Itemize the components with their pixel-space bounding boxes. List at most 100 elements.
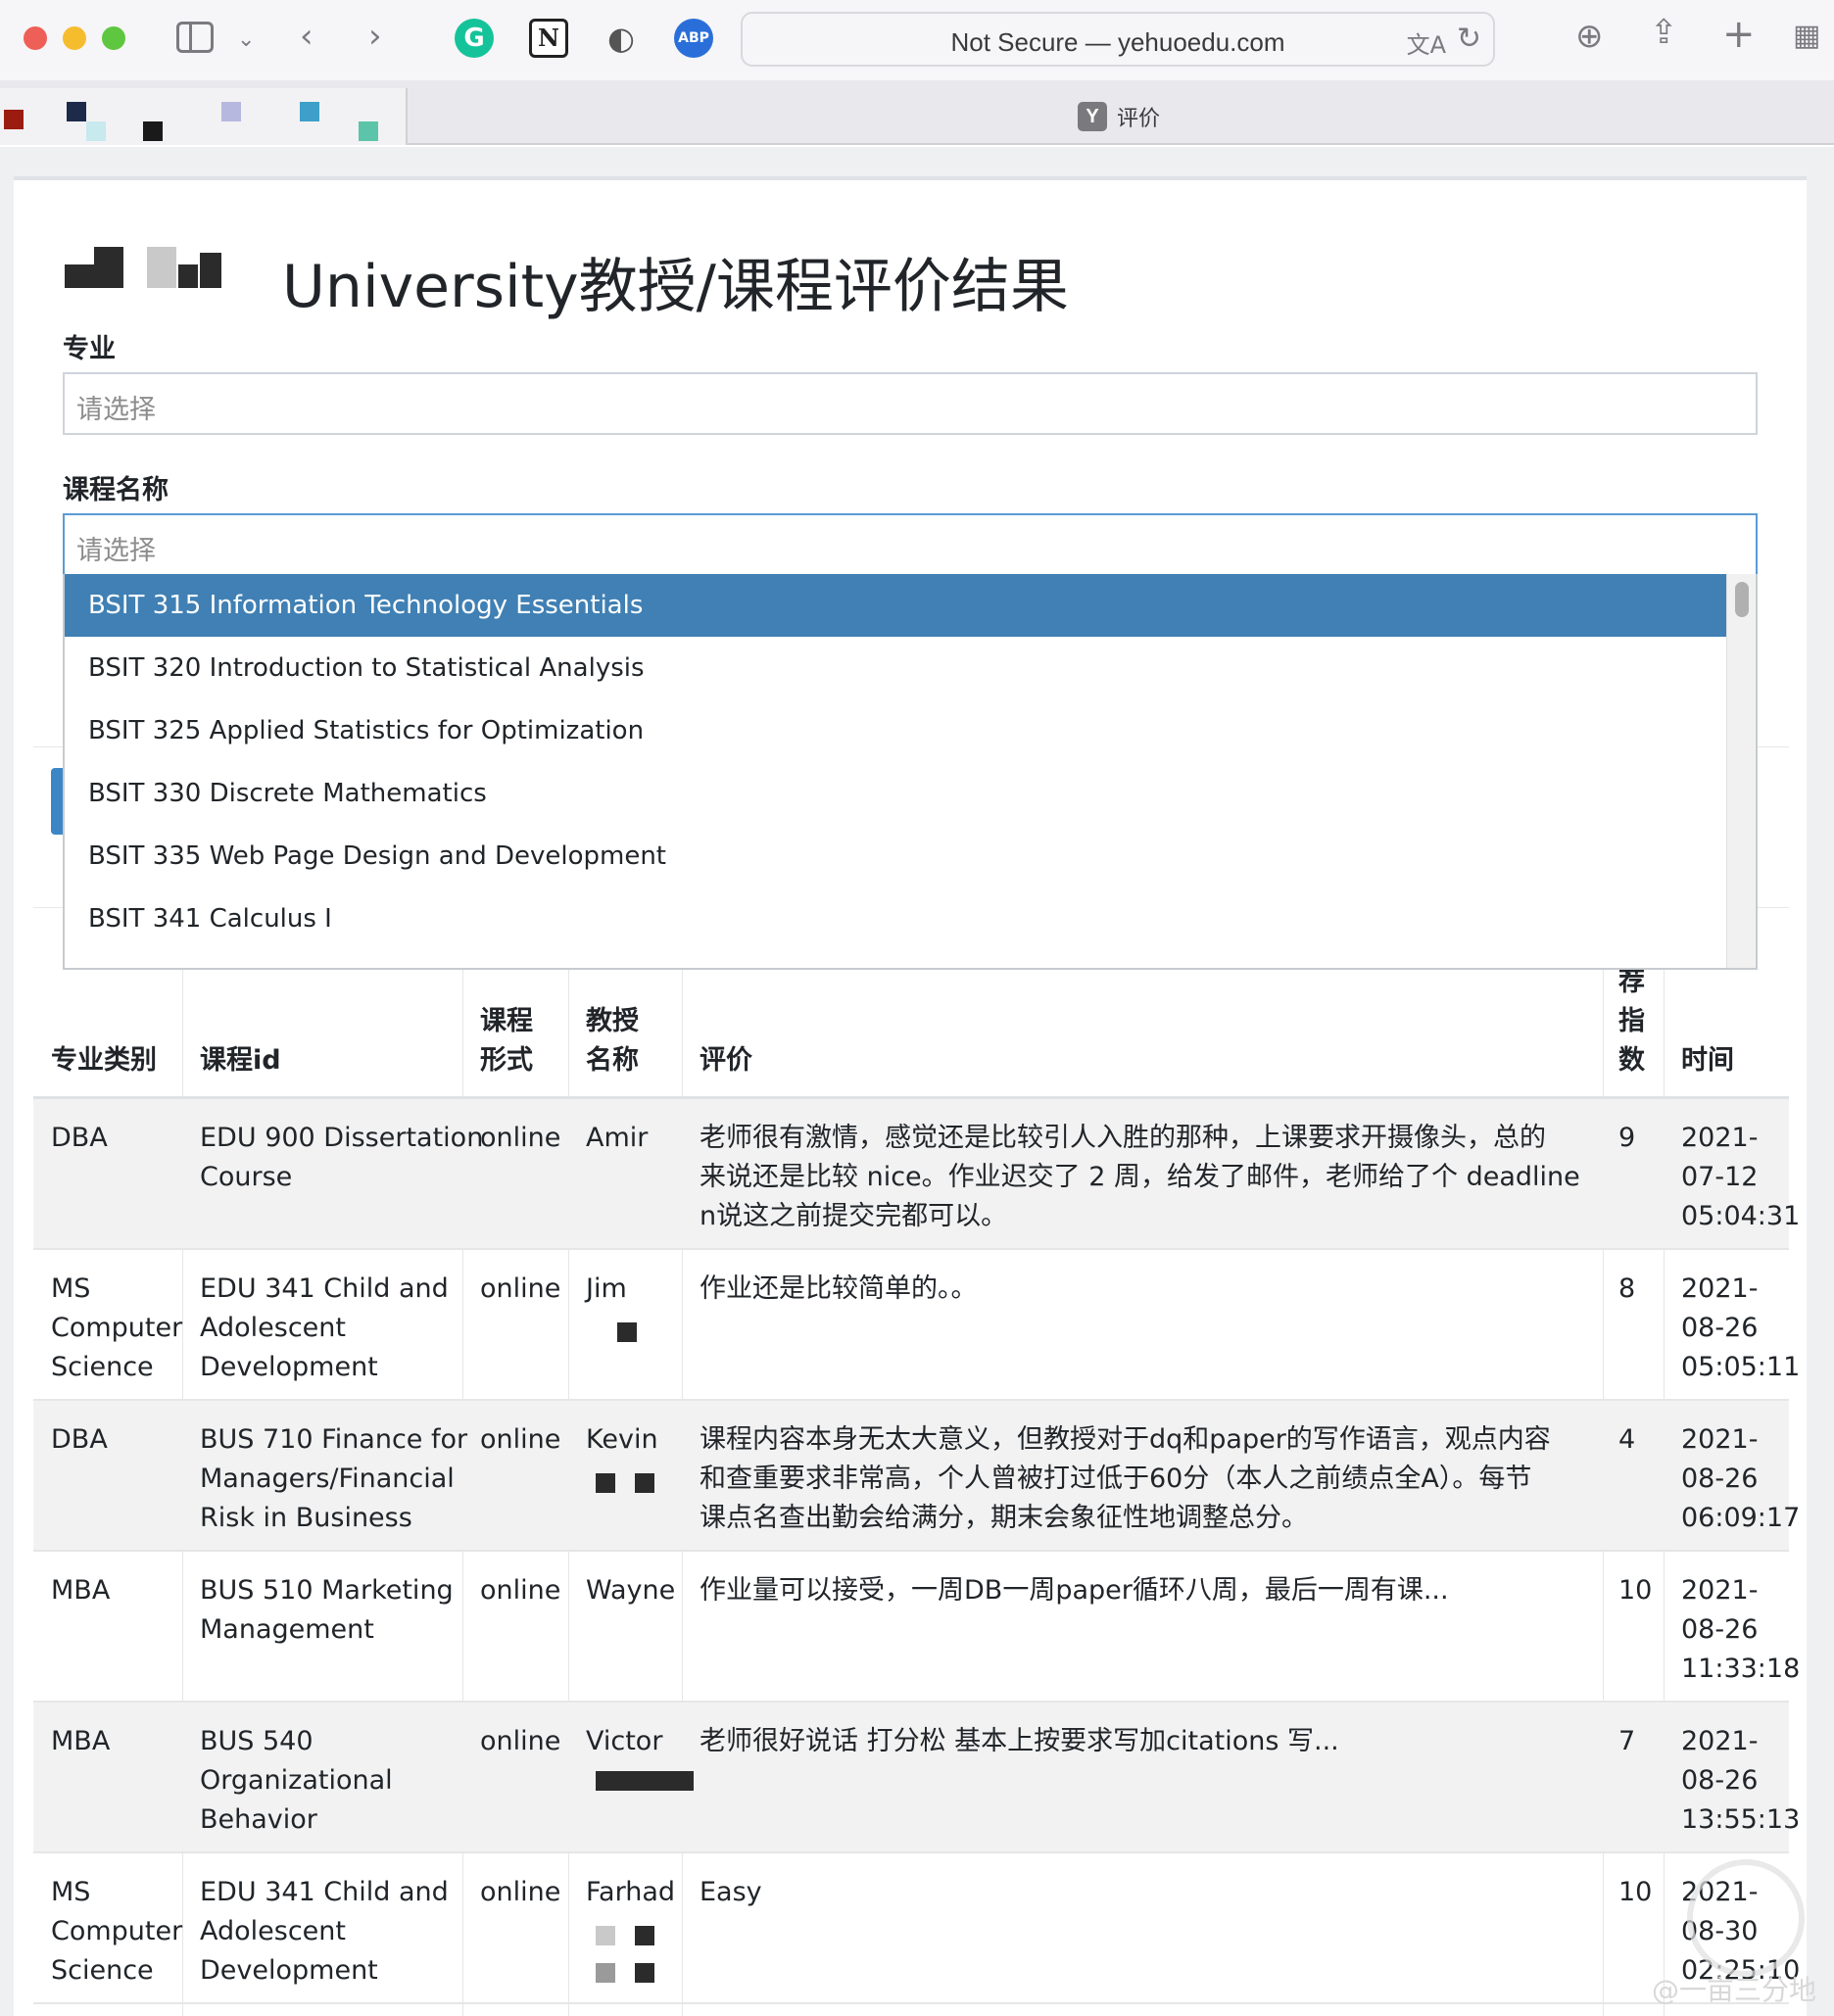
sidebar-toggle-icon[interactable] bbox=[176, 22, 214, 53]
major-label: 专业 bbox=[63, 334, 116, 364]
table-row: MBA BUS 510 Marketing Management online W… bbox=[33, 1552, 1800, 1703]
dropdown-scrollbar[interactable] bbox=[1726, 574, 1756, 968]
course-select-placeholder: 请选择 bbox=[76, 536, 156, 566]
minimize-window-button[interactable] bbox=[63, 26, 86, 50]
close-window-button[interactable] bbox=[24, 26, 47, 50]
table-row: MS Computer Science EDU 341 Child and Adole… bbox=[33, 1250, 1800, 1401]
back-arrow-icon[interactable]: ‹ bbox=[300, 20, 314, 53]
cell-professor: Farhad bbox=[586, 1877, 676, 1907]
cell-professor: Kevin bbox=[586, 1424, 658, 1455]
adblock-extension-icon[interactable]: ABP bbox=[674, 19, 713, 58]
download-icon[interactable]: ⊕ bbox=[1575, 20, 1604, 53]
blurred-name bbox=[596, 1926, 615, 1945]
major-select[interactable]: 请选择 bbox=[63, 372, 1758, 435]
course-label: 课程名称 bbox=[63, 475, 169, 505]
review-table: 专业类别 课程id 课程 形式 教授 名称 评价 荐 指 数 时间 DBA ED… bbox=[33, 967, 1800, 2004]
cell-course: EDU 900 Dissertation Course bbox=[200, 1123, 484, 1192]
dropdown-option[interactable]: BSIT 325 Applied Statistics for Optimiza… bbox=[65, 699, 1728, 762]
cell-major: MS Computer Science bbox=[51, 1273, 183, 1382]
active-tab[interactable]: Y 评价 bbox=[1078, 100, 1160, 133]
cell-score: 4 bbox=[1618, 1424, 1636, 1455]
header-review: 评价 bbox=[700, 1045, 752, 1076]
header-format: 课程 bbox=[480, 1006, 533, 1036]
header-major: 专业类别 bbox=[51, 1045, 157, 1076]
dropdown-option[interactable]: BSIT 320 Introduction to Statistical Ana… bbox=[65, 637, 1728, 699]
reload-icon[interactable]: ↻ bbox=[1457, 22, 1481, 56]
cell-score: 7 bbox=[1618, 1726, 1636, 1756]
cell-major: MBA bbox=[51, 1726, 111, 1756]
zoom-window-button[interactable] bbox=[102, 26, 125, 50]
header-professor: 名称 bbox=[586, 1045, 639, 1076]
watermark-logo-icon bbox=[1687, 1859, 1805, 1977]
dropdown-option[interactable]: BSIT 315 Information Technology Essentia… bbox=[65, 574, 1728, 637]
cell-professor: Wayne bbox=[586, 1575, 676, 1606]
cell-major: DBA bbox=[51, 1424, 108, 1455]
cell-time: 2021- 08-26 13:55:13 bbox=[1681, 1726, 1801, 1835]
blurred-name bbox=[596, 1963, 615, 1983]
cell-course: EDU 341 Child and Adolescent Development bbox=[200, 1273, 449, 1382]
cell-professor: Victor bbox=[586, 1726, 663, 1756]
cell-format: online bbox=[480, 1424, 561, 1455]
share-icon[interactable]: ⇪ bbox=[1650, 16, 1678, 49]
shield-extension-icon[interactable]: ◐ bbox=[602, 19, 641, 58]
notion-extension-icon[interactable]: N bbox=[529, 19, 568, 58]
cell-review: 课程内容本身无太大意义，但教授对于dq和paper的写作语言，观点内容 和查重要求… bbox=[700, 1424, 1551, 1533]
search-button[interactable] bbox=[51, 768, 63, 835]
cell-major: MS Computer Science bbox=[51, 1877, 183, 1986]
cell-course: BUS 510 Marketing Management bbox=[200, 1575, 454, 1645]
tab-title: 评价 bbox=[1117, 107, 1161, 131]
grammarly-extension-icon[interactable]: G bbox=[455, 19, 494, 58]
blurred-name bbox=[617, 1322, 637, 1342]
dropdown-option[interactable]: BSIT 335 Web Page Design and Development bbox=[65, 825, 1728, 888]
new-tab-icon[interactable]: + bbox=[1722, 15, 1756, 54]
dropdown-option[interactable]: BSIT 330 Discrete Mathematics bbox=[65, 762, 1728, 825]
address-bar[interactable]: Not Secure — yehuoedu.com 文A ↻ bbox=[741, 12, 1495, 67]
table-row: DBA BUS 710 Finance for Managers/Financia… bbox=[33, 1401, 1800, 1552]
blurred-logo bbox=[65, 235, 231, 298]
table-row: MBA BUS 540 Organizational Behavior online… bbox=[33, 1703, 1800, 1853]
cell-review: 作业量可以接受，一周DB一周paper循环八周，最后一周有课... bbox=[700, 1575, 1449, 1606]
blurred-name bbox=[635, 1963, 654, 1983]
cell-major: MBA bbox=[51, 1575, 111, 1606]
header-score: 数 bbox=[1618, 1045, 1645, 1076]
course-select[interactable]: 请选择 bbox=[63, 513, 1758, 576]
cell-professor: Jim bbox=[586, 1273, 627, 1304]
dropdown-option[interactable]: BSIT 341 Calculus I bbox=[65, 888, 1728, 950]
blurred-name bbox=[596, 1771, 694, 1791]
cell-format: online bbox=[480, 1726, 561, 1756]
watermark-text: @一亩三分地 bbox=[1651, 1974, 1816, 2006]
cell-review: Easy bbox=[700, 1877, 762, 1907]
cell-time: 2021- 08-26 05:05:11 bbox=[1681, 1273, 1801, 1382]
translate-icon[interactable]: 文A bbox=[1407, 25, 1446, 60]
cell-score: 8 bbox=[1618, 1273, 1636, 1304]
blurred-name bbox=[635, 1926, 654, 1945]
forward-arrow-icon[interactable]: › bbox=[368, 20, 382, 53]
header-course-id: 课程id bbox=[200, 1045, 281, 1076]
cell-score: 10 bbox=[1618, 1877, 1653, 1907]
header-score: 指 bbox=[1618, 1006, 1645, 1036]
tab-overview-icon[interactable]: ▦ bbox=[1793, 20, 1820, 53]
header-format: 形式 bbox=[480, 1045, 533, 1076]
tab-bar: Y 评价 bbox=[0, 80, 1834, 145]
url-text: Not Secure — yehuoedu.com bbox=[950, 27, 1285, 57]
course-dropdown[interactable]: BSIT 315 Information Technology Essentia… bbox=[63, 574, 1758, 970]
cell-review: 作业还是比较简单的。。 bbox=[700, 1273, 978, 1304]
scrollbar-thumb[interactable] bbox=[1735, 582, 1749, 617]
cell-format: online bbox=[480, 1273, 561, 1304]
cell-format: online bbox=[480, 1877, 561, 1907]
header-professor: 教授 bbox=[586, 1006, 639, 1036]
cell-format: online bbox=[480, 1123, 561, 1153]
page-title: University教授/课程评价结果 bbox=[282, 253, 1069, 321]
blurred-name bbox=[596, 1473, 615, 1493]
cell-review: 老师很有激情，感觉还是比较引人入胜的那种，上课要求开摄像头，总的 来说还是比较 n… bbox=[700, 1123, 1580, 1231]
cell-course: BUS 540 Organizational Behavior bbox=[200, 1726, 393, 1835]
blurred-name bbox=[635, 1473, 654, 1493]
table-row: MS Computer Science EDU 341 Child and Adole… bbox=[33, 1853, 1800, 2004]
blurred-tab[interactable] bbox=[0, 88, 408, 145]
major-select-placeholder: 请选择 bbox=[76, 395, 156, 425]
cell-score: 10 bbox=[1618, 1575, 1653, 1606]
cell-time: 2021- 08-26 06:09:17 bbox=[1681, 1424, 1801, 1533]
cell-major: DBA bbox=[51, 1123, 108, 1153]
cell-score: 9 bbox=[1618, 1123, 1636, 1153]
chevron-down-icon[interactable]: ⌄ bbox=[237, 24, 255, 57]
